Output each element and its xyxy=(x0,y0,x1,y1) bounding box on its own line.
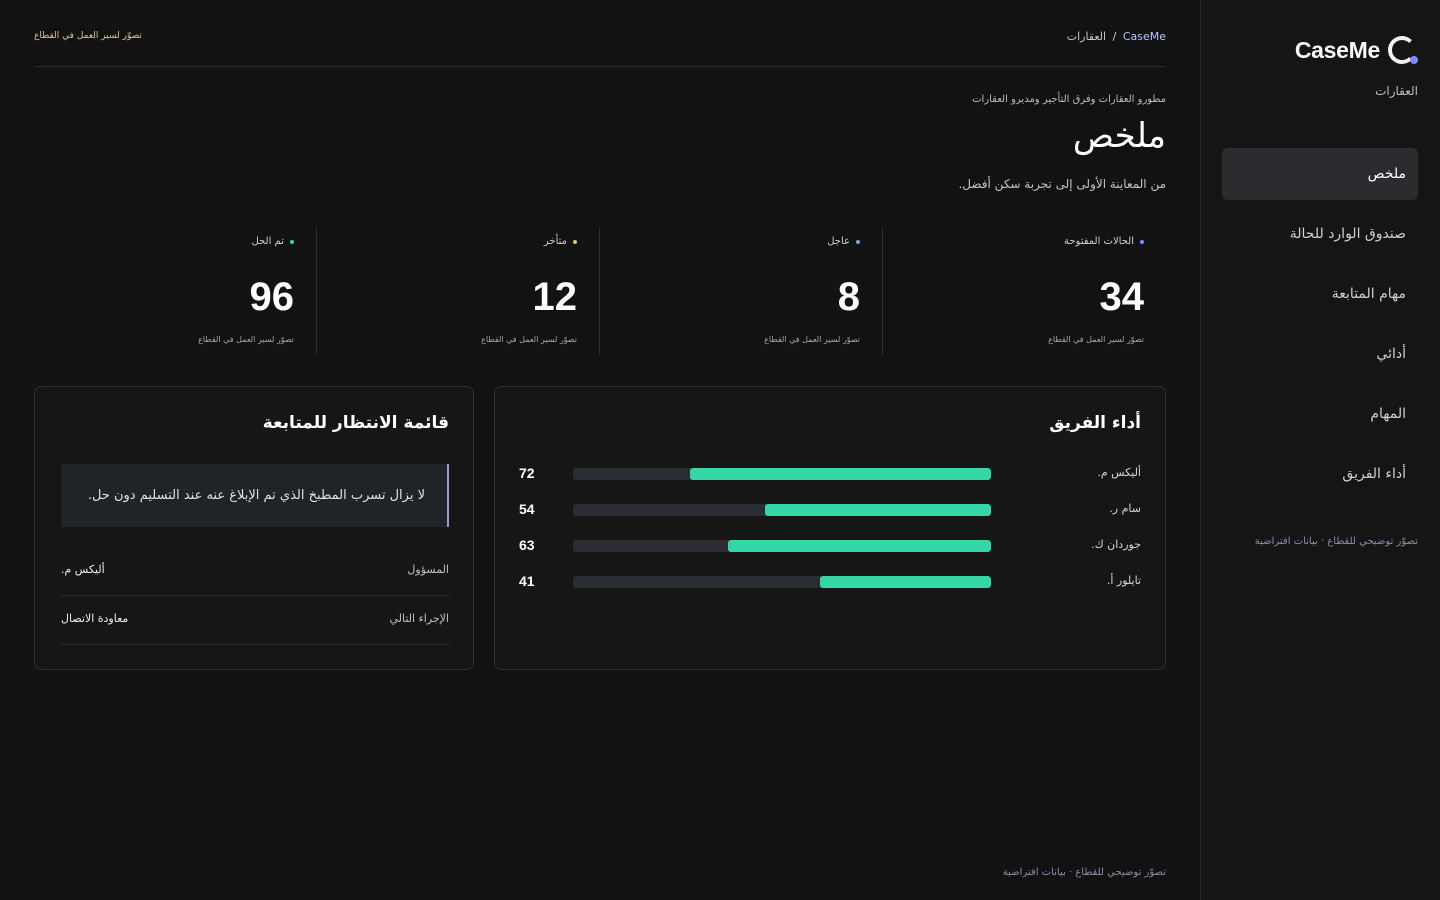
bar-track xyxy=(573,504,991,516)
breadcrumb: CaseMe / العقارات xyxy=(1067,30,1166,43)
stat-caption: تصوّر لسير العمل في القطاع xyxy=(198,335,294,344)
breadcrumb-root[interactable]: CaseMe xyxy=(1123,30,1166,43)
bar-name: سام ر. xyxy=(1109,502,1141,515)
bar-value: 54 xyxy=(519,501,535,517)
stat-label: تم الحل xyxy=(252,236,294,247)
bar-name: أليكس م. xyxy=(1097,466,1141,479)
bar-fill xyxy=(727,540,991,552)
topbar: CaseMe / العقارات تصوّر لسير العمل في ال… xyxy=(34,0,1166,67)
follow-up-queue-card: قائمة الانتظار للمتابعة لا يزال تسرب الم… xyxy=(34,386,474,670)
sidebar-item-follow-up-tasks[interactable]: مهام المتابعة xyxy=(1222,268,1418,320)
stat-card-open-cases: الحالات المفتوحة 34 تصوّر لسير العمل في … xyxy=(883,227,1166,355)
stat-caption: تصوّر لسير العمل في القطاع xyxy=(1048,335,1144,344)
brand-name: CaseMe xyxy=(1294,36,1380,63)
breadcrumb-separator: / xyxy=(1112,30,1117,43)
card-title: قائمة الانتظار للمتابعة xyxy=(262,413,449,433)
status-dot-icon xyxy=(573,239,577,244)
footer-note: تصوّر توضيحي للقطاع · بيانات افتراضية xyxy=(1002,867,1166,878)
card-title: أداء الفريق xyxy=(1049,413,1141,433)
team-bar-row: أليكس م. 72 xyxy=(519,463,1141,483)
breadcrumb-current: العقارات xyxy=(1066,30,1107,43)
detail-value: معاودة الاتصال xyxy=(61,612,129,625)
sidebar: CaseMe العقارات ملخص صندوق الوارد للحالة… xyxy=(1200,0,1440,900)
stat-label: متأخر xyxy=(544,236,577,247)
sidebar-item-summary[interactable]: ملخص xyxy=(1222,148,1418,200)
bar-track xyxy=(573,468,991,480)
brand-logo-icon xyxy=(1388,36,1418,64)
queue-detail-row: الإجراء التالي معاودة الاتصال xyxy=(61,596,449,645)
sidebar-nav: ملخص صندوق الوارد للحالة مهام المتابعة أ… xyxy=(1222,148,1418,508)
main-content: CaseMe / العقارات تصوّر لسير العمل في ال… xyxy=(34,0,1166,900)
status-dot-icon xyxy=(290,239,294,244)
brand-subtitle: العقارات xyxy=(1375,84,1418,98)
bar-fill xyxy=(819,576,991,588)
queue-callout[interactable]: لا يزال تسرب المطبخ الذي تم الإبلاغ عنه … xyxy=(61,464,449,527)
topbar-note: تصوّر لسير العمل في القطاع xyxy=(34,31,142,41)
sidebar-item-tasks[interactable]: المهام xyxy=(1222,388,1418,440)
stat-value: 12 xyxy=(532,275,578,319)
bar-track xyxy=(573,576,991,588)
stat-label-text: متأخر xyxy=(543,236,567,247)
bar-value: 63 xyxy=(519,537,535,553)
bar-value: 41 xyxy=(519,573,535,589)
stat-label: عاجل xyxy=(827,236,860,247)
stats-row: الحالات المفتوحة 34 تصوّر لسير العمل في … xyxy=(34,227,1166,355)
bar-value: 72 xyxy=(519,465,535,481)
bar-name: جوردان ك. xyxy=(1091,538,1141,551)
detail-key: الإجراء التالي xyxy=(389,612,449,625)
sidebar-footnote: تصوّر توضيحي للقطاع · بيانات افتراضية xyxy=(1254,536,1418,547)
callout-text: لا يزال تسرب المطبخ الذي تم الإبلاغ عنه … xyxy=(87,488,425,503)
stat-label-text: عاجل xyxy=(827,236,850,247)
bar-fill xyxy=(765,504,991,516)
stat-value: 96 xyxy=(249,275,295,319)
stat-card-resolved: تم الحل 96 تصوّر لسير العمل في القطاع xyxy=(34,227,317,355)
stat-card-urgent: عاجل 8 تصوّر لسير العمل في القطاع xyxy=(600,227,883,355)
stat-card-overdue: متأخر 12 تصوّر لسير العمل في القطاع xyxy=(317,227,600,355)
queue-detail-row: المسؤول أليكس م. xyxy=(61,547,449,596)
page-title: ملخص xyxy=(1072,116,1166,156)
sidebar-item-my-performance[interactable]: أدائي xyxy=(1222,328,1418,380)
bar-fill xyxy=(690,468,991,480)
detail-key: المسؤول xyxy=(407,563,449,576)
stat-caption: تصوّر لسير العمل في القطاع xyxy=(764,335,860,344)
sidebar-item-team-performance[interactable]: أداء الفريق xyxy=(1222,448,1418,500)
stat-value: 8 xyxy=(837,275,860,319)
stat-value: 34 xyxy=(1099,275,1145,319)
sidebar-item-case-inbox[interactable]: صندوق الوارد للحالة xyxy=(1222,208,1418,260)
brand[interactable]: CaseMe xyxy=(1294,36,1418,64)
bar-track xyxy=(573,540,991,552)
team-bar-row: جوردان ك. 63 xyxy=(519,535,1141,555)
team-bar-row: تايلور أ. 41 xyxy=(519,571,1141,591)
detail-value: أليكس م. xyxy=(61,563,105,576)
status-dot-icon xyxy=(1140,239,1144,244)
status-dot-icon xyxy=(856,239,860,244)
page-description: من المعاينة الأولى إلى تجربة سكن أفضل. xyxy=(958,177,1166,191)
team-bar-row: سام ر. 54 xyxy=(519,499,1141,519)
page-eyebrow: مطورو العقارات وفرق التأجير ومديرو العقا… xyxy=(972,94,1166,105)
stat-label-text: تم الحل xyxy=(251,236,284,247)
stat-label: الحالات المفتوحة xyxy=(1064,236,1144,247)
bar-name: تايلور أ. xyxy=(1106,574,1141,587)
team-performance-card: أداء الفريق أليكس م. 72 سام ر. 54 جوردان… xyxy=(494,386,1166,670)
stat-label-text: الحالات المفتوحة xyxy=(1063,236,1134,247)
stat-caption: تصوّر لسير العمل في القطاع xyxy=(481,335,577,344)
